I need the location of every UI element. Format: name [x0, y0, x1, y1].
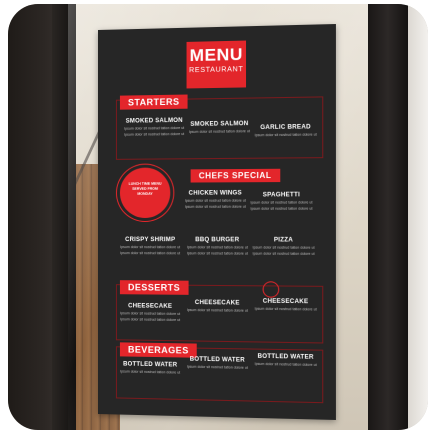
menu-item: SMOKED SALMON Ipsum dolor sit nostrud ta… — [187, 120, 253, 135]
menu-item: PIZZA Ipsum dolor sit nostrud tation dol… — [250, 236, 317, 257]
menu-item: BOTTLED WATER Ipsum dolor sit nostrud ta… — [252, 353, 319, 369]
menu-item: BBQ BURGER Ipsum dolor sit nostrud tatio… — [185, 236, 251, 257]
cake-icon — [263, 281, 280, 298]
menu-item: CHEESECAKE Ipsum dolor sit nostrud tatio… — [185, 299, 251, 314]
menu-item: BOTTLED WATER Ipsum dolor sit nostrud ta… — [185, 356, 251, 371]
promo-circle: LUNCH TIME MENU SERVED FROM MONDAY — [120, 167, 170, 218]
menu-title: MENU — [187, 41, 246, 67]
desserts-label: DESSERTS — [120, 280, 188, 295]
menu-item: GARLIC BREAD Ipsum dolor sit nostrud tat… — [252, 123, 319, 138]
menu-badge: MENU RESTAURANT — [187, 41, 246, 89]
menu-item: CRISPY SHRIMP Ipsum dolor sit nostrud ta… — [118, 236, 183, 256]
menu-poster: MENU RESTAURANT STARTERS SMOKED SALMON I… — [98, 24, 336, 420]
menu-item: SPAGHETTI Ipsum dolor sit nostrud tation… — [248, 191, 315, 212]
menu-item: CHICKEN WINGS Ipsum dolor sit nostrud ta… — [182, 189, 248, 209]
outside-building — [408, 4, 428, 430]
menu-subtitle: RESTAURANT — [187, 65, 246, 76]
menu-item: SMOKED SALMON Ipsum dolor sit nostrud ta… — [122, 117, 187, 138]
starters-label: STARTERS — [120, 95, 188, 110]
chefs-special-label: CHEFS SPECIAL — [191, 169, 280, 183]
menu-item: CHEESECAKE Ipsum dolor sit nostrud tatio… — [118, 302, 183, 323]
door-frame-right — [368, 4, 408, 430]
menu-item: CHEESECAKE Ipsum dolor sit nostrud tatio… — [252, 297, 319, 312]
menu-item: BOTTLED WATER Ipsum dolor sit nostrud ta… — [118, 360, 183, 375]
